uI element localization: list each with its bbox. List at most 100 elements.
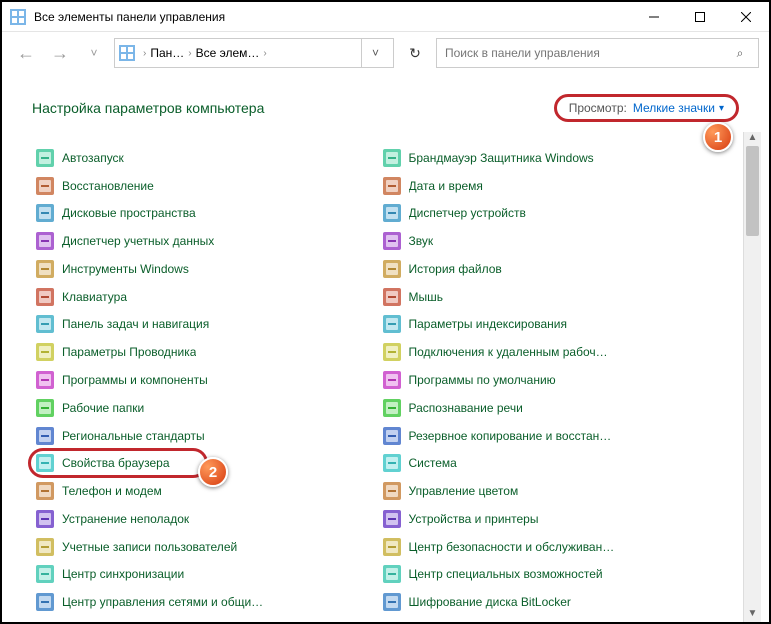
cp-item[interactable]: Брандмауэр Защитника Windows — [383, 148, 730, 168]
cp-item-label: Звук — [409, 234, 434, 248]
cp-item-label: Шифрование диска BitLocker — [409, 595, 571, 609]
cp-item-icon — [383, 593, 401, 611]
cp-item-label: Устройства и принтеры — [409, 512, 539, 526]
cp-item[interactable]: Программы и компоненты — [36, 370, 383, 390]
cp-item-icon — [36, 232, 54, 250]
search-box[interactable]: ⌕ — [436, 38, 759, 68]
breadcrumb-icon — [119, 45, 135, 61]
scroll-down-icon[interactable]: ▼ — [744, 608, 761, 622]
breadcrumb[interactable]: ›Пан… ›Все элем…› ˅ — [114, 38, 394, 68]
search-icon[interactable]: ⌕ — [730, 46, 750, 61]
close-button[interactable] — [723, 2, 769, 32]
search-input[interactable] — [445, 46, 730, 60]
cp-item[interactable]: Дисковые пространства — [36, 204, 383, 224]
cp-item-icon — [36, 204, 54, 222]
view-by-label: Просмотр: — [569, 101, 627, 115]
cp-item-icon — [36, 399, 54, 417]
cp-item-label: Брандмауэр Защитника Windows — [409, 151, 594, 165]
cp-item-label: Центр безопасности и обслуживан… — [409, 540, 615, 554]
refresh-button[interactable]: ↻ — [400, 38, 430, 68]
cp-item[interactable]: Автозапуск — [36, 148, 383, 168]
cp-item[interactable]: Свойства браузера2 — [36, 453, 383, 473]
cp-item[interactable]: Диспетчер учетных данных — [36, 231, 383, 251]
cp-item-icon — [36, 565, 54, 583]
scrollbar-thumb[interactable] — [746, 146, 759, 236]
cp-item[interactable]: Инструменты Windows — [36, 259, 383, 279]
cp-item[interactable]: Центр специальных возможностей — [383, 564, 730, 584]
cp-item[interactable]: Панель задач и навигация — [36, 315, 383, 335]
cp-item-label: Дисковые пространства — [62, 206, 196, 220]
cp-item[interactable]: Управление цветом — [383, 481, 730, 501]
cp-item-label: Центр управления сетями и общи… — [62, 595, 263, 609]
cp-item-label: Панель задач и навигация — [62, 317, 209, 331]
cp-item[interactable]: Рабочие папки — [36, 398, 383, 418]
cp-item[interactable]: Параметры Проводника — [36, 342, 383, 362]
cp-item-label: Телефон и модем — [62, 484, 162, 498]
cp-item[interactable]: Параметры индексирования — [383, 315, 730, 335]
minimize-button[interactable] — [631, 2, 677, 32]
cp-item[interactable]: Дата и время — [383, 176, 730, 196]
cp-item-icon — [36, 343, 54, 361]
cp-item[interactable]: Подключения к удаленным рабоч… — [383, 342, 730, 362]
heading-row: Настройка параметров компьютера Просмотр… — [2, 74, 769, 130]
cp-item[interactable]: Шифрование диска BitLocker — [383, 592, 730, 612]
cp-item[interactable]: Распознавание речи — [383, 398, 730, 418]
cp-item-label: Мышь — [409, 290, 444, 304]
scrollbar[interactable]: ▲ ▼ — [743, 132, 761, 622]
titlebar: Все элементы панели управления — [2, 2, 769, 32]
cp-item[interactable]: Резервное копирование и восстан… — [383, 426, 730, 446]
cp-item-icon — [383, 482, 401, 500]
cp-item-label: Программы по умолчанию — [409, 373, 556, 387]
cp-item-label: Система — [409, 456, 457, 470]
bc-seg-2[interactable]: Все элем… — [196, 46, 260, 60]
cp-item-label: Параметры индексирования — [409, 317, 567, 331]
cp-item-icon — [383, 371, 401, 389]
cp-item-icon — [383, 454, 401, 472]
cp-item-label: Диспетчер устройств — [409, 206, 526, 220]
cp-item-icon — [36, 510, 54, 528]
cp-item[interactable]: Устранение неполадок — [36, 509, 383, 529]
cp-item-label: Управление цветом — [409, 484, 519, 498]
navbar: ← → ˅ ›Пан… ›Все элем…› ˅ ↻ ⌕ — [2, 32, 769, 74]
cp-item-icon — [36, 177, 54, 195]
cp-item-label: Региональные стандарты — [62, 429, 205, 443]
control-panel-icon — [10, 9, 26, 25]
cp-item-label: Учетные записи пользователей — [62, 540, 237, 554]
breadcrumb-dropdown[interactable]: ˅ — [361, 39, 389, 67]
cp-item[interactable]: Центр управления сетями и общи… — [36, 592, 383, 612]
cp-item[interactable]: Клавиатура — [36, 287, 383, 307]
cp-item[interactable]: Мышь — [383, 287, 730, 307]
cp-item[interactable]: Региональные стандарты — [36, 426, 383, 446]
cp-item-label: Восстановление — [62, 179, 154, 193]
maximize-button[interactable] — [677, 2, 723, 32]
cp-item[interactable]: Устройства и принтеры — [383, 509, 730, 529]
cp-item-label: Рабочие папки — [62, 401, 144, 415]
cp-item-icon — [36, 288, 54, 306]
scroll-up-icon[interactable]: ▲ — [744, 132, 761, 146]
cp-item-label: Дата и время — [409, 179, 483, 193]
cp-item[interactable]: Система — [383, 453, 730, 473]
page-title: Настройка параметров компьютера — [32, 100, 554, 116]
cp-item-icon — [383, 538, 401, 556]
cp-item[interactable]: Программы по умолчанию — [383, 370, 730, 390]
cp-item[interactable]: Восстановление — [36, 176, 383, 196]
forward-button[interactable]: → — [46, 39, 74, 67]
cp-item[interactable]: История файлов — [383, 259, 730, 279]
cp-item-icon — [383, 343, 401, 361]
cp-item[interactable]: Учетные записи пользователей — [36, 537, 383, 557]
cp-item[interactable]: Телефон и модем — [36, 481, 383, 501]
up-button[interactable]: ˅ — [80, 39, 108, 67]
cp-item-icon — [36, 260, 54, 278]
cp-item-icon — [383, 315, 401, 333]
back-button[interactable]: ← — [12, 39, 40, 67]
cp-item-label: Распознавание речи — [409, 401, 523, 415]
cp-item[interactable]: Диспетчер устройств — [383, 204, 730, 224]
cp-item-icon — [383, 177, 401, 195]
view-by-dropdown[interactable]: Просмотр: Мелкие значки ▾ — [554, 94, 739, 122]
cp-item[interactable]: Звук — [383, 231, 730, 251]
window-buttons — [631, 2, 769, 32]
bc-seg-1[interactable]: Пан… — [150, 46, 184, 60]
cp-item-icon — [383, 204, 401, 222]
cp-item[interactable]: Центр безопасности и обслуживан… — [383, 537, 730, 557]
cp-item[interactable]: Центр синхронизации — [36, 564, 383, 584]
